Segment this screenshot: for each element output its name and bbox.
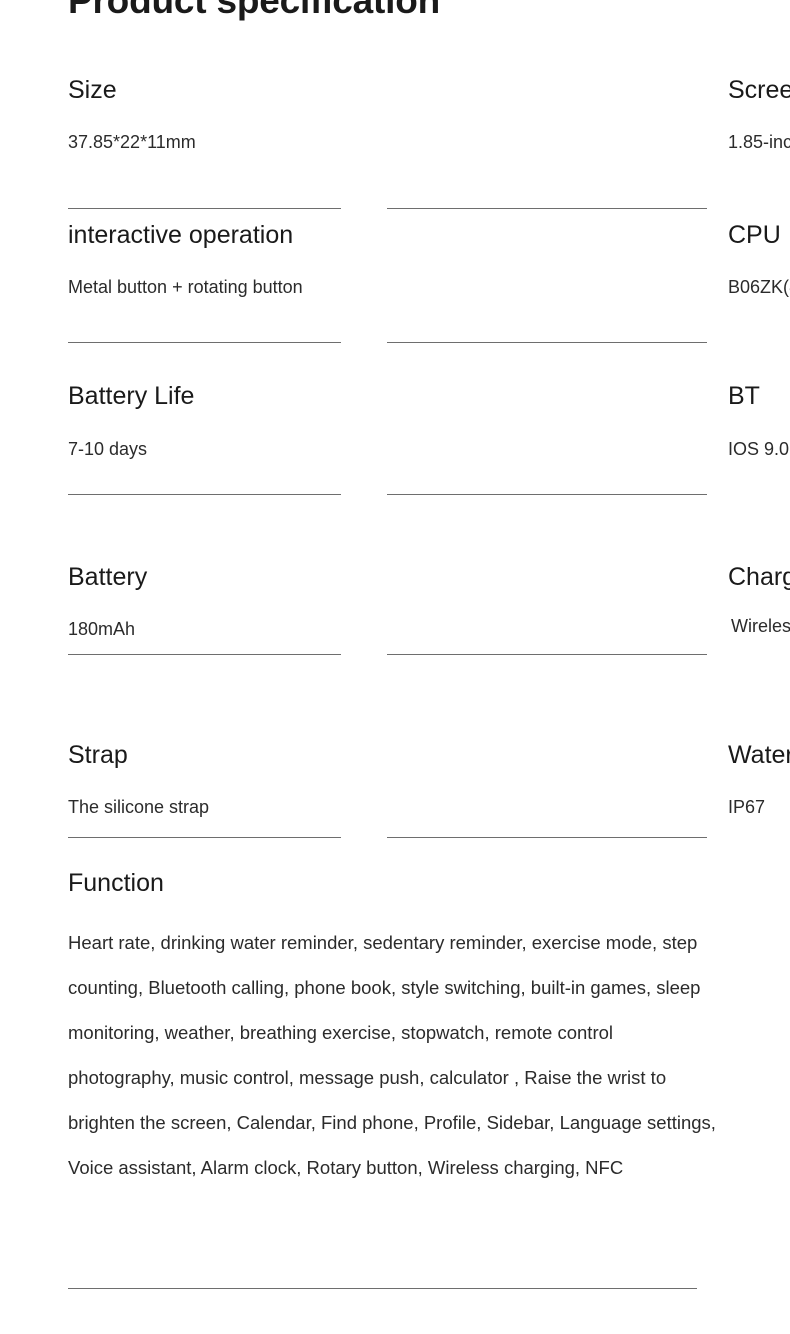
function-section: Function Heart rate, drinking water remi… xyxy=(68,866,728,1190)
spec-label: CPU xyxy=(728,221,781,249)
bottom-divider xyxy=(68,1288,697,1289)
spec-value: 37.85*22*11mm xyxy=(68,132,196,152)
spec-label: Charger xyxy=(728,563,790,591)
function-heading: Function xyxy=(68,869,164,897)
spec-label: Battery xyxy=(68,563,148,591)
spec-divider-left xyxy=(68,837,341,838)
spec-cell-battery: Battery 180mAh xyxy=(0,561,341,716)
spec-label: interactive operation xyxy=(68,221,294,249)
spec-row: Battery 180mAh Charger Wireless charging xyxy=(0,525,790,716)
specification-grid: Size 37.85*22*11mm Screen 1.85-inch 240*… xyxy=(0,74,790,894)
spec-value: 1.85-inch 240*280 Resolution xyxy=(728,132,790,152)
spec-label: Size xyxy=(68,76,117,104)
spec-row: interactive operation Metal button + rot… xyxy=(0,208,790,364)
spec-divider-right xyxy=(387,494,707,495)
spec-divider-right xyxy=(387,342,707,343)
function-body-text: Heart rate, drinking water reminder, sed… xyxy=(68,932,716,1178)
spec-divider-left xyxy=(68,494,341,495)
spec-divider-right xyxy=(387,837,707,838)
spec-value: 7-10 days xyxy=(68,439,148,459)
spec-value: 180mAh xyxy=(68,619,136,639)
page-title: Product specification xyxy=(68,0,441,21)
spec-label: Battery Life xyxy=(68,382,195,410)
spec-value: IOS 9.0 and Android 4.4 above xyxy=(728,439,790,459)
spec-label: Screen xyxy=(728,76,790,104)
spec-cell-size: Size 37.85*22*11mm xyxy=(0,74,341,208)
spec-value: IP67 xyxy=(728,797,766,817)
spec-value: Wireless charging xyxy=(731,616,790,636)
spec-divider-left xyxy=(68,654,341,655)
spec-label: Waterproof xyxy=(728,741,790,769)
spec-value: The silicone strap xyxy=(68,797,210,817)
spec-cell-battery-life: Battery Life 7-10 days xyxy=(0,380,341,525)
spec-row: Size 37.85*22*11mm Screen 1.85-inch 240*… xyxy=(0,74,790,209)
spec-value: B06ZK(8918B) xyxy=(728,277,790,297)
spec-value: Metal button + rotating button xyxy=(68,277,303,297)
spec-divider-right xyxy=(387,654,707,655)
spec-cell-screen: Screen 1.85-inch 240*280 Resolution xyxy=(341,74,790,208)
spec-divider-left xyxy=(68,342,341,343)
spec-row: Battery Life 7-10 days BT IOS 9.0 and An… xyxy=(0,364,790,525)
spec-cell-bt: BT IOS 9.0 and Android 4.4 above xyxy=(341,380,790,525)
spec-label: Strap xyxy=(68,741,128,769)
spec-cell-charger: Charger Wireless charging xyxy=(341,561,790,716)
spec-label: BT xyxy=(728,382,760,410)
